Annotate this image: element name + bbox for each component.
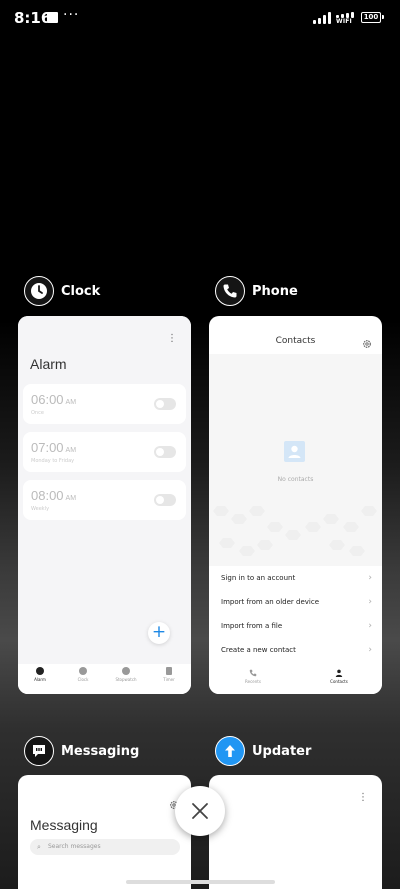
battery-icon: 100 bbox=[361, 12, 384, 23]
nav-alarm[interactable]: Alarm bbox=[20, 667, 60, 682]
messaging-app-card[interactable]: Messaging ⌕ Search messages bbox=[18, 775, 191, 889]
more-options-icon[interactable]: ⋮ bbox=[358, 793, 368, 803]
phone-icon bbox=[249, 669, 257, 677]
person-icon bbox=[335, 669, 343, 677]
clock-app-name: Clock bbox=[61, 283, 101, 299]
updater-app-card[interactable]: ⋮ bbox=[209, 775, 382, 889]
more-notifications-icon: ··· bbox=[63, 7, 80, 23]
import-older-device-item[interactable]: Import from an older device › bbox=[209, 590, 382, 614]
nav-contacts[interactable]: Contacts bbox=[319, 669, 359, 684]
contacts-action-list: Sign in to an account › Import from an ol… bbox=[209, 566, 382, 662]
phone-app-icon bbox=[215, 276, 245, 306]
alarm-repeat: Once bbox=[31, 410, 44, 416]
clock-app-card[interactable]: ⋮ Alarm 06:00 AM Once 07:00 AM Monday to F… bbox=[18, 316, 191, 694]
chevron-right-icon: › bbox=[368, 645, 372, 655]
contact-placeholder-icon bbox=[284, 441, 305, 462]
more-options-icon[interactable]: ⋮ bbox=[167, 334, 177, 344]
updater-app-header[interactable]: Updater bbox=[215, 736, 311, 766]
nav-stopwatch[interactable]: Stopwatch bbox=[106, 667, 146, 682]
alarm-repeat: Monday to Friday bbox=[31, 458, 75, 464]
nav-clock[interactable]: Clock bbox=[63, 667, 103, 682]
clock-app-header[interactable]: Clock bbox=[24, 276, 100, 306]
alarm-item[interactable]: 08:00 AM Weekly bbox=[23, 480, 186, 520]
messaging-app-icon bbox=[24, 736, 54, 766]
no-contacts-text: No contacts bbox=[277, 476, 314, 483]
clock-icon bbox=[79, 667, 87, 675]
updater-app-name: Updater bbox=[252, 743, 312, 759]
status-time: 8:16 bbox=[14, 9, 52, 27]
alarm-page-title: Alarm bbox=[30, 356, 67, 372]
alarm-icon bbox=[36, 667, 44, 675]
phone-app-card[interactable]: Contacts No contacts Sign in to an accou… bbox=[209, 316, 382, 694]
nav-recents[interactable]: Recents bbox=[233, 669, 273, 684]
alarm-item[interactable]: 06:00 AM Once bbox=[23, 384, 186, 424]
import-from-file-item[interactable]: Import from a file › bbox=[209, 614, 382, 638]
clock-app-icon bbox=[24, 276, 54, 306]
alarm-time: 07:00 bbox=[31, 440, 64, 455]
settings-gear-icon[interactable] bbox=[362, 334, 372, 353]
messaging-app-name: Messaging bbox=[61, 743, 140, 759]
chevron-right-icon: › bbox=[368, 597, 372, 607]
phone-app-header[interactable]: Phone bbox=[215, 276, 298, 306]
alarm-ampm: AM bbox=[65, 495, 77, 502]
search-messages-input[interactable]: ⌕ Search messages bbox=[30, 839, 180, 855]
search-placeholder: Search messages bbox=[48, 843, 101, 850]
alarm-ampm: AM bbox=[65, 447, 77, 454]
chevron-right-icon: › bbox=[368, 573, 372, 583]
chevron-right-icon: › bbox=[368, 621, 372, 631]
messaging-page-title: Messaging bbox=[30, 817, 98, 833]
create-new-contact-item[interactable]: Create a new contact › bbox=[209, 638, 382, 662]
notification-icon bbox=[47, 12, 58, 23]
wifi-label: WIFI bbox=[336, 18, 352, 25]
home-indicator[interactable] bbox=[126, 880, 275, 884]
add-alarm-button[interactable]: + bbox=[148, 622, 170, 644]
alarm-toggle[interactable] bbox=[154, 446, 176, 458]
nav-timer[interactable]: Timer bbox=[149, 667, 189, 682]
phone-bottom-nav: Recents Contacts bbox=[209, 666, 382, 694]
alarm-toggle[interactable] bbox=[154, 494, 176, 506]
search-icon: ⌕ bbox=[37, 843, 41, 851]
alarm-item[interactable]: 07:00 AM Monday to Friday bbox=[23, 432, 186, 472]
messaging-app-header[interactable]: Messaging bbox=[24, 736, 139, 766]
sign-in-account-item[interactable]: Sign in to an account › bbox=[209, 566, 382, 590]
phone-app-name: Phone bbox=[252, 283, 298, 299]
contacts-title: Contacts bbox=[275, 336, 316, 346]
stopwatch-icon bbox=[122, 667, 130, 675]
signal-icon bbox=[313, 12, 331, 24]
timer-icon bbox=[166, 667, 172, 675]
alarm-toggle[interactable] bbox=[154, 398, 176, 410]
close-icon bbox=[192, 803, 208, 819]
alarm-repeat: Weekly bbox=[31, 506, 50, 512]
status-bar: 8:16 ··· WIFI 100 bbox=[0, 0, 400, 36]
clock-bottom-nav: Alarm Clock Stopwatch Timer bbox=[18, 664, 191, 694]
alarm-time: 06:00 bbox=[31, 392, 64, 407]
updater-app-icon bbox=[215, 736, 245, 766]
alarm-ampm: AM bbox=[65, 399, 77, 406]
alarm-time: 08:00 bbox=[31, 488, 64, 503]
clear-all-button[interactable] bbox=[175, 786, 225, 836]
